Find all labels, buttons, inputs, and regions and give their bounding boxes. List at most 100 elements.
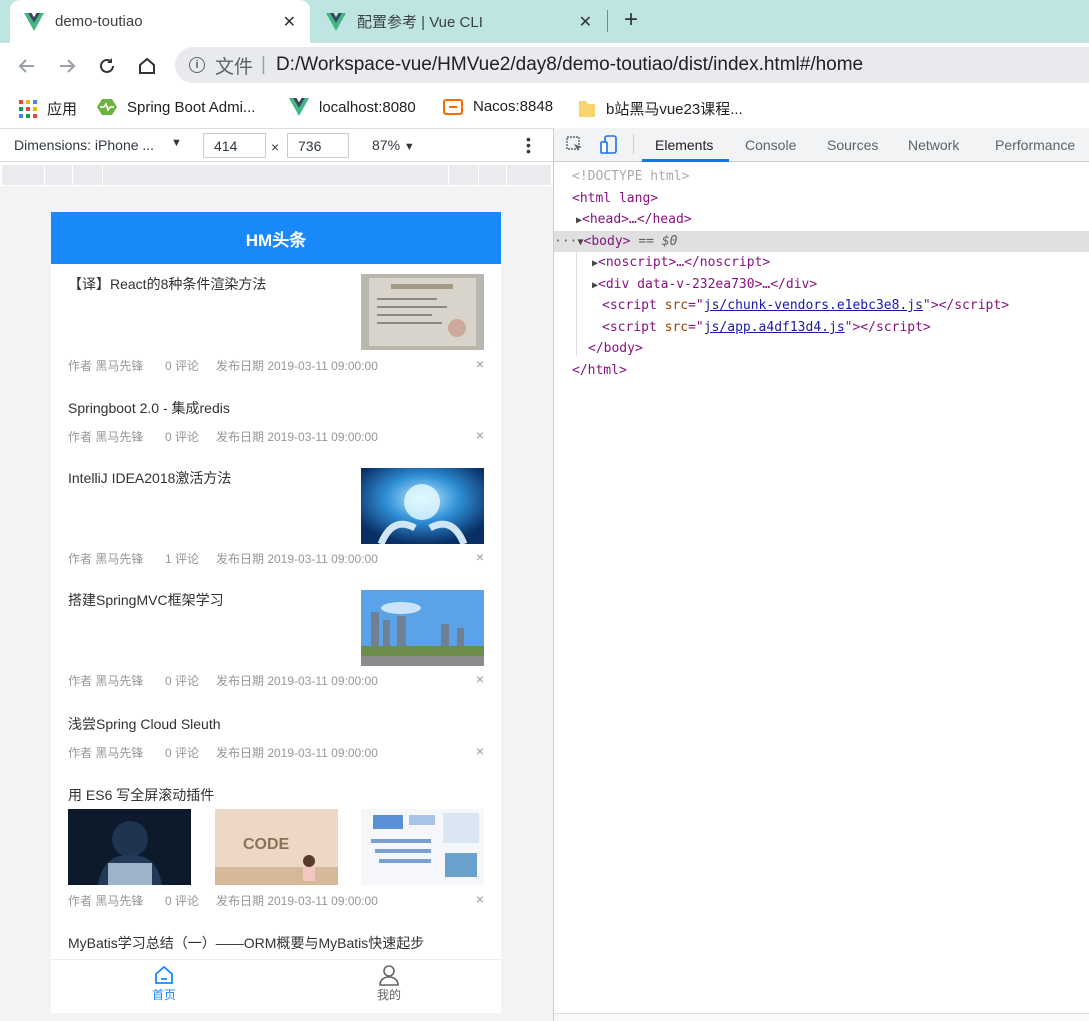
browser-tab-demo-toutiao[interactable]: demo-toutiao ✕ [10,0,310,43]
device-toolbar: Dimensions: iPhone ... ▼ 414 × 736 87% ▼… [0,128,554,162]
script-src-link[interactable]: js/chunk-vendors.e1ebc3e8.js [704,298,923,313]
tabbar-item-mine[interactable]: 我的 [359,964,419,1003]
info-icon[interactable]: i [189,57,205,73]
bookmark-label: b站黑马vue23课程... [606,101,743,118]
tab-sources[interactable]: Sources [827,137,878,153]
dom-line-html[interactable]: <html lang> [572,188,1089,209]
app-nav-bar: HM头条 [51,212,501,264]
article-item[interactable]: 【译】React的8种条件渲染方法 [68,274,484,364]
close-icon[interactable]: × [476,427,484,443]
article-item[interactable]: IntelliJ IDEA2018激活方法 [68,468,484,548]
article-item[interactable]: 浅尝Spring Cloud Sleuth [68,714,484,738]
dom-line-div[interactable]: ▶<div data-v-232ea730>…</div> [592,274,1089,295]
dom-line-script-vendors[interactable]: <script src="js/chunk-vendors.e1ebc3e8.j… [602,295,1089,316]
panel-resize-bar[interactable] [554,1013,1089,1021]
home-icon [155,965,173,984]
forward-button[interactable] [55,54,79,78]
active-tab-indicator [642,159,729,162]
device-toggle-icon[interactable] [600,135,618,155]
article-author: 作者 黑马先锋 [68,430,144,444]
close-icon[interactable]: × [476,549,484,565]
close-icon[interactable]: × [476,743,484,759]
article-item[interactable]: MyBatis学习总结（一）——ORM概要与MyBatis快速起步 [68,933,484,957]
reload-icon [100,58,114,73]
dom-line-head[interactable]: ▶<head>…</head> [576,209,1089,230]
inspect-element-icon[interactable] [566,136,584,154]
device-width-input[interactable]: 414 [203,133,266,158]
article-author: 作者 黑马先锋 [68,359,144,373]
article-thumbnail-diagram [361,809,484,885]
browser-tab-vue-cli[interactable]: 配置参考 | Vue CLI ✕ [316,0,606,43]
bookmark-apps[interactable]: 应用 [19,98,77,119]
bookmark-nacos[interactable]: Nacos:8848 [443,98,553,115]
bookmark-label: localhost:8080 [319,98,416,116]
tab-network[interactable]: Network [908,137,959,153]
browser-tab-strip: demo-toutiao ✕ 配置参考 | Vue CLI ✕ + [0,0,1089,43]
media-query-ruler[interactable] [2,165,551,185]
article-meta: 作者 黑马先锋 0 评论 发布日期 2019-03-11 09:00:00 × [68,671,484,688]
spring-boot-admin-icon [97,98,117,116]
vue-logo-icon [326,12,346,31]
article-meta: 作者 黑马先锋 0 评论 发布日期 2019-03-11 09:00:00 × [68,891,484,908]
tab-separator [607,10,608,32]
tabbar-label: 首页 [151,988,176,1002]
dom-line-script-app[interactable]: <script src="js/app.a4df13d4.js"></scrip… [602,317,1089,338]
article-author: 作者 黑马先锋 [68,746,144,760]
divider [633,134,634,154]
article-comments: 0 评论 [165,674,200,688]
ellipsis-icon[interactable]: ··· [554,234,577,249]
close-icon[interactable]: × [476,671,484,687]
reload-button[interactable] [95,54,119,78]
home-icon [139,57,155,74]
bookmark-folder[interactable]: b站黑马vue23课程... [578,98,743,119]
divider: | [261,54,266,75]
folder-icon [578,100,596,118]
close-tab-icon[interactable]: ✕ [579,12,592,32]
vue-logo-icon [289,98,309,116]
tabbar-label: 我的 [376,988,401,1002]
dom-line-noscript[interactable]: ▶<noscript>…</noscript> [592,252,1089,273]
script-src-link[interactable]: js/app.a4df13d4.js [704,320,845,335]
dom-line-body-close[interactable]: </body> [588,338,1089,359]
article-author: 作者 黑马先锋 [68,552,144,566]
tab-console[interactable]: Console [745,137,796,153]
article-item[interactable]: 用 ES6 写全屏滚动插件 CODE [68,785,484,890]
bookmark-spring-boot-admin[interactable]: Spring Boot Admi... [97,98,255,116]
bookmarks-bar: 应用 Spring Boot Admi... localhost:8080 Na… [0,88,1089,126]
article-title: Springboot 2.0 - 集成redis [68,400,230,416]
home-button[interactable] [135,54,159,78]
bookmark-localhost[interactable]: localhost:8080 [289,98,416,116]
back-button[interactable] [15,54,39,78]
close-icon[interactable]: × [476,891,484,907]
tab-title: demo-toutiao [55,13,143,30]
device-height-input[interactable]: 736 [287,133,349,158]
new-tab-button[interactable]: + [624,8,638,32]
tab-elements[interactable]: Elements [655,137,713,153]
tabbar-item-home[interactable]: 首页 [134,964,194,1003]
article-meta: 作者 黑马先锋 0 评论 发布日期 2019-03-11 09:00:00 × [68,356,484,373]
article-date: 发布日期 2019-03-11 09:00:00 [216,552,378,566]
close-icon[interactable]: × [476,356,484,372]
zoom-value: 87% [372,137,401,153]
tab-performance[interactable]: Performance [995,137,1075,153]
article-title: IntelliJ IDEA2018激活方法 [68,470,232,486]
close-tab-icon[interactable]: ✕ [283,12,296,32]
more-options-icon[interactable]: • • • [526,132,531,158]
dom-line-html-close[interactable]: </html> [572,360,1089,381]
dropdown-arrow-icon[interactable]: ▼ [171,137,182,149]
article-date: 发布日期 2019-03-11 09:00:00 [216,746,378,760]
device-select[interactable]: Dimensions: iPhone ... [14,137,154,153]
dom-line-doctype[interactable]: <!DOCTYPE html> [572,166,1089,187]
arrow-left-icon [18,59,34,73]
article-item[interactable]: Springboot 2.0 - 集成redis [68,398,484,422]
article-title: MyBatis学习总结（一）——ORM概要与MyBatis快速起步 [68,935,425,951]
zoom-select[interactable]: 87% ▼ [372,137,415,153]
address-bar[interactable]: i 文件 | D:/Workspace-vue/HMVue2/day8/demo… [175,47,1089,83]
scheme-label: 文件 [215,56,254,78]
dom-line-body[interactable]: ···▼<body> == $0 [554,231,1089,252]
devtools-tab-bar: Elements Console Sources Network Perform… [554,128,1089,162]
article-thumbnail-code: CODE [215,809,338,885]
article-item[interactable]: 搭建SpringMVC框架学习 [68,590,484,670]
bookmark-label: 应用 [47,101,78,118]
devtools-panel: Elements Console Sources Network Perform… [553,128,1089,1021]
